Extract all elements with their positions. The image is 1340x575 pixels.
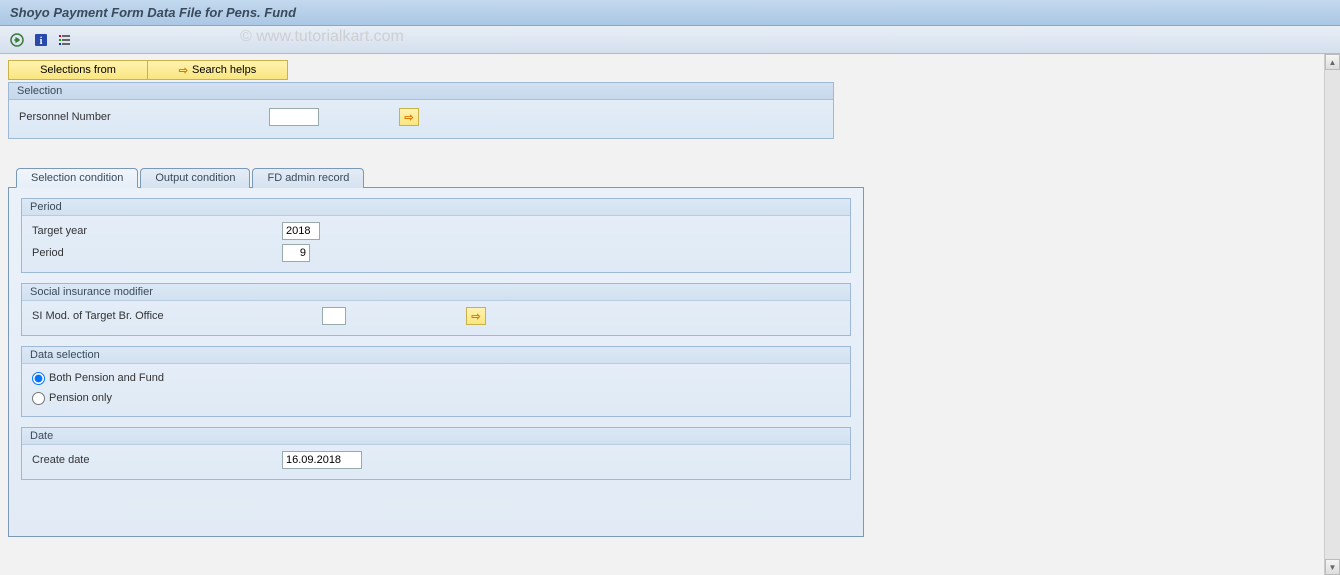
watermark: © www.tutorialkart.com	[240, 28, 404, 46]
si-modifier-header: Social insurance modifier	[22, 284, 850, 301]
toolbar: i © www.tutorialkart.com	[0, 26, 1340, 54]
search-helps-button[interactable]: ⇨ Search helps	[148, 60, 288, 80]
title-bar: Shoyo Payment Form Data File for Pens. F…	[0, 0, 1340, 26]
period-group-header: Period	[22, 199, 850, 216]
radio-both-label: Both Pension and Fund	[49, 372, 164, 384]
selection-group-header: Selection	[9, 83, 833, 100]
tab-label: FD admin record	[267, 172, 349, 184]
radio-pension-only-label: Pension only	[49, 392, 112, 404]
arrow-right-icon: ⇨	[179, 64, 188, 77]
target-year-input[interactable]	[282, 222, 320, 240]
date-group-header: Date	[22, 428, 850, 445]
si-mod-label: SI Mod. of Target Br. Office	[32, 310, 322, 322]
personnel-number-label: Personnel Number	[19, 111, 269, 123]
arrow-right-icon: ⇨	[404, 111, 413, 124]
personnel-number-more-button[interactable]: ⇨	[399, 108, 419, 126]
data-selection-group: Data selection Both Pension and Fund Pen…	[21, 346, 851, 417]
button-row: Selections from ⇨ Search helps	[8, 60, 1332, 80]
tab-output-condition[interactable]: Output condition	[140, 168, 250, 188]
create-date-label: Create date	[32, 454, 282, 466]
tab-label: Selection condition	[31, 172, 123, 184]
list-icon[interactable]	[56, 31, 74, 49]
tab-label: Output condition	[155, 172, 235, 184]
period-group: Period Target year Period	[21, 198, 851, 273]
si-modifier-group: Social insurance modifier SI Mod. of Tar…	[21, 283, 851, 336]
info-icon[interactable]: i	[32, 31, 50, 49]
target-year-label: Target year	[32, 225, 282, 237]
arrow-right-icon: ⇨	[471, 310, 480, 323]
tab-selection-condition[interactable]: Selection condition	[16, 168, 138, 188]
tab-panel: Period Target year Period Social insuran…	[8, 187, 864, 537]
search-helps-label: Search helps	[192, 64, 256, 76]
radio-pension-only[interactable]	[32, 392, 45, 405]
radio-both[interactable]	[32, 372, 45, 385]
data-selection-header: Data selection	[22, 347, 850, 364]
personnel-number-input[interactable]	[269, 108, 319, 126]
selections-from-button[interactable]: Selections from	[8, 60, 148, 80]
period-input[interactable]	[282, 244, 310, 262]
vertical-scrollbar[interactable]: ▲ ▼	[1324, 54, 1340, 575]
period-label: Period	[32, 247, 282, 259]
date-group: Date Create date	[21, 427, 851, 480]
scroll-up-icon[interactable]: ▲	[1325, 54, 1340, 70]
selections-from-label: Selections from	[40, 64, 116, 76]
selection-group: Selection Personnel Number ⇨	[8, 82, 834, 139]
svg-text:i: i	[40, 36, 43, 47]
tab-strip: Selection condition Output condition FD …	[16, 167, 1332, 187]
si-mod-input[interactable]	[322, 307, 346, 325]
si-mod-more-button[interactable]: ⇨	[466, 307, 486, 325]
create-date-input[interactable]	[282, 451, 362, 469]
execute-icon[interactable]	[8, 31, 26, 49]
content-area: Selections from ⇨ Search helps Selection…	[0, 54, 1340, 575]
tab-fd-admin-record[interactable]: FD admin record	[252, 168, 364, 188]
page-title: Shoyo Payment Form Data File for Pens. F…	[10, 5, 296, 20]
scroll-down-icon[interactable]: ▼	[1325, 559, 1340, 575]
